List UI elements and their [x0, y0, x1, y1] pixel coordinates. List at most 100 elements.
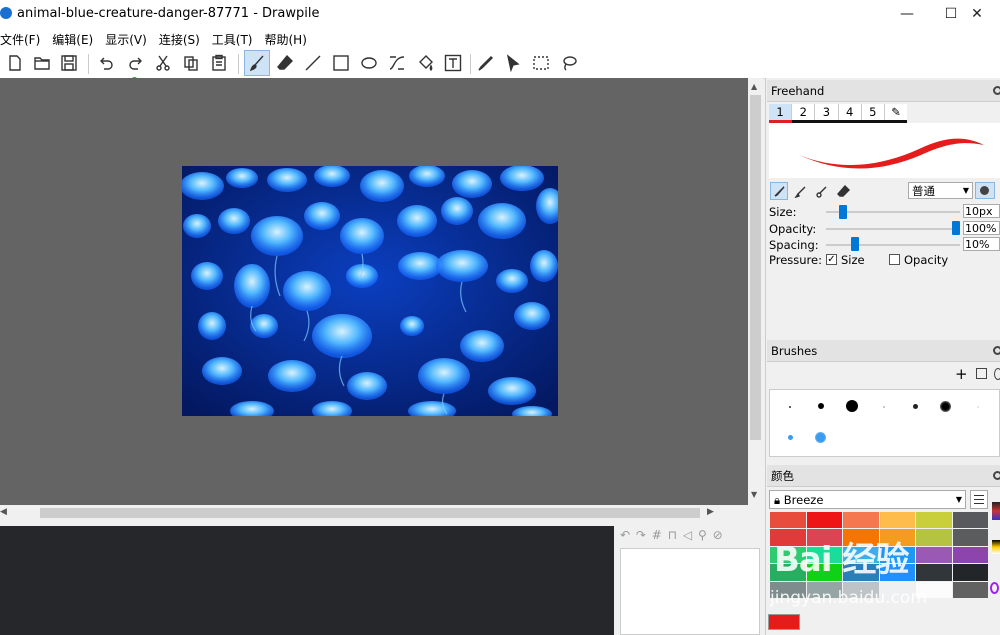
- jellyfish-photo: [182, 166, 558, 416]
- panel-close-icon[interactable]: [993, 471, 1000, 480]
- add-brush-icon[interactable]: +: [955, 365, 968, 383]
- incremental-mode-icon[interactable]: [975, 182, 995, 199]
- delete-brush-icon[interactable]: [994, 368, 1000, 380]
- menu-help[interactable]: 帮助(H): [265, 28, 307, 48]
- blend-mode-select[interactable]: 普通 ▼: [908, 182, 973, 199]
- toolbar-separator: [88, 54, 89, 74]
- tool-slot-4[interactable]: 4: [839, 104, 862, 120]
- brush-preset[interactable]: [940, 401, 951, 412]
- fill-icon[interactable]: [412, 50, 438, 76]
- size-label: Size:: [769, 205, 797, 219]
- new-file-icon[interactable]: [2, 50, 28, 76]
- lasso-icon[interactable]: [556, 50, 582, 76]
- panel-close-icon[interactable]: [993, 346, 1000, 355]
- menu-session[interactable]: 连接(S): [159, 28, 200, 48]
- brush-round-icon[interactable]: [770, 182, 788, 200]
- menu-tools[interactable]: 工具(T): [212, 28, 253, 48]
- undo-icon[interactable]: ↶: [620, 528, 631, 542]
- menu-view[interactable]: 显示(V): [105, 28, 147, 48]
- cut-icon[interactable]: [150, 50, 176, 76]
- brush-preset[interactable]: [913, 404, 918, 409]
- chat-area[interactable]: [0, 526, 614, 635]
- redo-icon[interactable]: ↷: [636, 528, 647, 542]
- toolbar-separator: [238, 54, 239, 74]
- sound-icon[interactable]: ◁: [683, 528, 693, 542]
- tool-slot-2[interactable]: 2: [792, 104, 816, 120]
- line-icon[interactable]: [300, 50, 326, 76]
- selection-move-icon[interactable]: [500, 50, 526, 76]
- watermark-brand: Bai 经验: [774, 540, 909, 580]
- block-icon[interactable]: ⊘: [713, 528, 724, 542]
- brush-preset[interactable]: [883, 406, 885, 408]
- eraser-icon[interactable]: [272, 50, 298, 76]
- panel-close-icon[interactable]: [993, 86, 1000, 95]
- brush-preset[interactable]: [818, 403, 824, 409]
- bezier-icon[interactable]: [384, 50, 410, 76]
- brush-icon[interactable]: [244, 50, 270, 76]
- brush-preset[interactable]: [977, 406, 979, 408]
- brush-eraser-mode-icon[interactable]: [834, 182, 852, 200]
- window-title: animal-blue-creature-danger-87771 - Draw…: [17, 6, 320, 21]
- opacity-slider-track[interactable]: [826, 228, 960, 230]
- current-color-swatch[interactable]: [768, 614, 800, 630]
- user-icon[interactable]: ⚲: [698, 528, 708, 542]
- spacing-slider-track[interactable]: [826, 244, 960, 246]
- pressure-opacity-checkbox[interactable]: [889, 254, 900, 265]
- tool-settings-title: Freehand: [767, 80, 1000, 102]
- history-toolbar: ↶ ↷ # ⊓ ◁ ⚲ ⊘: [620, 528, 760, 546]
- pressure-size-checkbox[interactable]: ✓: [826, 254, 837, 265]
- rectangle-icon[interactable]: [328, 50, 354, 76]
- open-folder-icon[interactable]: [29, 50, 55, 76]
- copy-icon[interactable]: [178, 50, 204, 76]
- grid-icon[interactable]: #: [652, 528, 663, 542]
- spacing-slider-thumb[interactable]: [851, 237, 860, 251]
- brush-square-icon[interactable]: [791, 182, 809, 200]
- brush-preset[interactable]: [846, 400, 858, 412]
- color-picker-icon[interactable]: [472, 50, 498, 76]
- watermark-url: jingyan.baidu.com: [770, 588, 927, 608]
- tool-slot-3[interactable]: 3: [815, 104, 839, 120]
- undo-icon[interactable]: [94, 50, 120, 76]
- save-brush-icon[interactable]: [976, 368, 987, 379]
- ellipse-icon[interactable]: [356, 50, 382, 76]
- tool-settings-title-text: Freehand: [771, 84, 825, 98]
- brush-preset[interactable]: [788, 435, 793, 440]
- brush-preset[interactable]: [789, 406, 791, 408]
- canvas-image[interactable]: [182, 166, 558, 416]
- palette-menu-icon[interactable]: [970, 490, 988, 509]
- history-list[interactable]: [620, 548, 760, 635]
- canvas-view[interactable]: [0, 78, 748, 505]
- opacity-slider-thumb[interactable]: [952, 221, 960, 235]
- size-slider-thumb[interactable]: [838, 205, 847, 219]
- color-mode-strip[interactable]: [990, 488, 1000, 618]
- brush-preset[interactable]: [815, 432, 826, 443]
- rect-select-icon[interactable]: [528, 50, 554, 76]
- text-icon[interactable]: [440, 50, 466, 76]
- menu-edit[interactable]: 编辑(E): [52, 28, 93, 48]
- size-input[interactable]: 10px: [963, 204, 1000, 218]
- save-icon[interactable]: [56, 50, 82, 76]
- redo-icon[interactable]: [122, 50, 148, 76]
- canvas-horizontal-scroll-thumb[interactable]: [40, 508, 700, 518]
- palette-select[interactable]: 🔒︎ Breeze ▼: [769, 490, 966, 509]
- canvas-vertical-scroll-thumb[interactable]: [750, 95, 761, 440]
- pressure-opacity-label: Opacity: [904, 253, 949, 267]
- spacing-input[interactable]: 10%: [963, 237, 1000, 251]
- pressure-size-label: Size: [841, 253, 865, 267]
- brush-presets-list[interactable]: [769, 389, 1000, 457]
- opacity-label: Opacity:: [769, 222, 817, 236]
- lock-icon[interactable]: ⊓: [668, 528, 678, 542]
- close-button[interactable]: ✕: [954, 0, 1000, 28]
- minimize-button[interactable]: —: [884, 0, 930, 28]
- menu-file[interactable]: 文件(F): [0, 28, 40, 48]
- opacity-input[interactable]: 100%: [963, 221, 1000, 235]
- spacing-label: Spacing:: [769, 238, 819, 252]
- paste-icon[interactable]: [206, 50, 232, 76]
- main-toolbar: [0, 48, 1000, 79]
- pressure-label: Pressure:: [769, 253, 822, 267]
- eraser-slot-icon[interactable]: ✎: [885, 104, 907, 120]
- toolbar-separator: [470, 54, 471, 74]
- tool-slot-5[interactable]: 5: [862, 104, 885, 120]
- brush-smudge-icon[interactable]: [812, 182, 830, 200]
- tool-slot-1[interactable]: 1: [769, 104, 793, 120]
